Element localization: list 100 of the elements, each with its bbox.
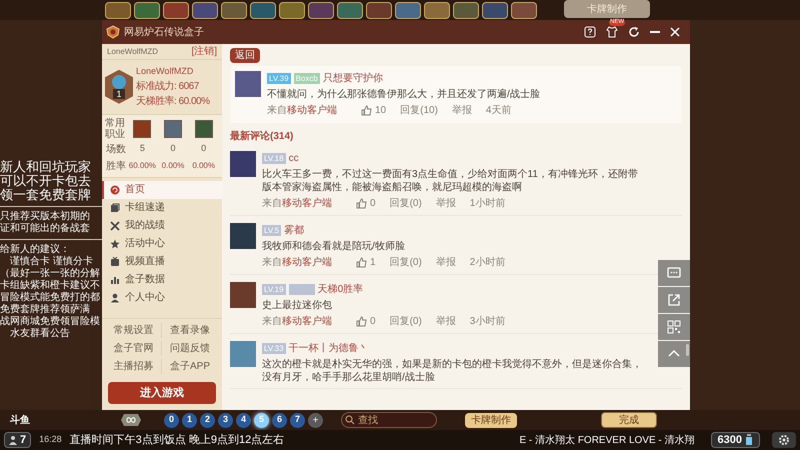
class-portrait-tile[interactable] — [308, 2, 334, 18]
level-badge: LV.33 — [262, 343, 286, 354]
stat-label: 胜率 — [105, 160, 127, 174]
help-icon — [584, 26, 596, 38]
settings-link[interactable]: 盒子官网 — [106, 340, 162, 356]
class-portrait-tile[interactable] — [105, 2, 131, 18]
infinity-icon — [120, 413, 142, 427]
nav-item[interactable]: 卡组速递 — [102, 198, 222, 216]
window-title: 网易炉石传说盒子 — [124, 26, 204, 40]
settings-button[interactable] — [772, 432, 796, 448]
mana-filter[interactable]: 7 — [290, 412, 305, 428]
swirl-icon — [110, 184, 120, 194]
thumbs-up-icon — [356, 316, 367, 327]
mana-filter[interactable]: 6 — [272, 412, 287, 428]
avatar-placeholder — [230, 282, 256, 308]
class-portrait-tile[interactable] — [192, 2, 218, 18]
minimize-icon — [650, 31, 660, 33]
mana-filter[interactable]: 0 — [164, 412, 179, 428]
qr-code-icon — [666, 319, 682, 335]
class-portrait-tile[interactable] — [511, 2, 537, 18]
logout-link[interactable]: [注销] — [191, 44, 217, 59]
overlay-note: 谨慎合卡 谨慎分卡 — [9, 256, 94, 268]
qr-code-button[interactable] — [658, 314, 690, 340]
refresh-icon — [628, 26, 640, 38]
settings-link[interactable]: 问题反馈 — [162, 340, 218, 356]
mana-filter[interactable]: 2 — [200, 412, 215, 428]
avatar-placeholder — [230, 151, 256, 177]
stream-notice: 直播时间下午3点到饭点 晚上9点到12点左右 — [70, 432, 284, 448]
settings-link[interactable]: 主播招募 — [106, 358, 162, 374]
clock-time: 16:28 — [39, 433, 62, 446]
overlay-note: 可以不开卡包去 — [0, 174, 92, 188]
source-text: 来自移动客户端 — [262, 196, 332, 211]
account-name: LoneWolfMZD — [107, 46, 158, 58]
report-link[interactable]: 举报 — [436, 196, 456, 211]
settings-link[interactable]: 常规设置 — [106, 322, 162, 338]
class-portrait-tile[interactable] — [163, 2, 189, 18]
mana-filter[interactable]: 1 — [182, 412, 197, 428]
avatar-placeholder — [235, 71, 261, 97]
reply-link[interactable]: 回复(0) — [390, 314, 422, 329]
star-icon — [110, 238, 120, 248]
nav-item[interactable]: 盒子数据 — [102, 270, 222, 288]
like-button[interactable]: 10 — [361, 103, 386, 118]
user-name: 雾都 — [284, 224, 304, 238]
search-icon — [345, 415, 355, 425]
class-portrait-tile[interactable] — [453, 2, 479, 18]
post-time: 4天前 — [486, 104, 512, 118]
dust-vial-icon — [745, 434, 753, 446]
overlay-note: 战网商城免费领冒险模 — [0, 316, 101, 328]
class-portrait-tile[interactable] — [395, 2, 421, 18]
comment-button[interactable] — [658, 260, 690, 286]
reply-link[interactable]: 回复(0) — [390, 196, 422, 211]
now-playing-text: E - 清水翔太 FOREVER LOVE - 清水翔 — [519, 434, 695, 448]
report-link[interactable]: 举报 — [436, 255, 456, 270]
nav-item[interactable]: 我的战绩 — [102, 216, 222, 234]
person-icon — [110, 292, 120, 302]
class-portrait-tile[interactable] — [337, 2, 363, 18]
class-portrait-tile[interactable] — [366, 2, 392, 18]
done-button[interactable]: 完成 — [601, 412, 657, 428]
search-field[interactable]: 查找 — [341, 412, 437, 428]
bar-chart-icon — [110, 274, 120, 284]
cards-icon — [110, 202, 120, 212]
overlay-note: 给新人的建议： — [0, 244, 71, 256]
tag-badge: Boxcb — [294, 73, 320, 84]
settings-link[interactable]: 盒子APP — [162, 358, 218, 374]
thumbs-up-icon — [356, 257, 367, 268]
class-portrait-tile[interactable] — [221, 2, 247, 18]
crossed-swords-icon — [110, 220, 120, 230]
class-portrait-tile[interactable] — [424, 2, 450, 18]
power-rating: 标准战力: 6067 — [136, 80, 200, 94]
class-portrait-tile[interactable] — [250, 2, 276, 18]
nav-item[interactable]: 首页 — [102, 180, 222, 198]
report-link[interactable]: 举报 — [436, 314, 456, 329]
overlay-note: 新人和回坑玩家 — [0, 160, 92, 174]
play-button[interactable]: 进入游戏 — [108, 382, 216, 404]
overlay-note: 领一套免费套牌 — [0, 188, 92, 202]
class-portrait-tile[interactable] — [279, 2, 305, 18]
mana-filter[interactable]: 3 — [218, 412, 233, 428]
shirt-icon — [606, 26, 618, 38]
reply-link[interactable]: 回复(10) — [400, 103, 438, 118]
like-button[interactable]: 0 — [356, 196, 376, 211]
more-filter-button[interactable]: + — [308, 412, 323, 428]
dust-counter: 6300 — [710, 432, 760, 448]
settings-link[interactable]: 查看录像 — [162, 322, 218, 338]
player-name: LoneWolfMZD — [136, 65, 194, 78]
nav-item[interactable]: 个人中心 — [102, 288, 222, 306]
level-badge: LV.18 — [262, 153, 286, 164]
craft-button[interactable]: 卡牌制作 — [465, 412, 517, 428]
share-button[interactable] — [658, 287, 690, 313]
nav-item[interactable]: 活动中心 — [102, 234, 222, 252]
class-portrait-tile[interactable] — [482, 2, 508, 18]
scrollbar-thumb[interactable] — [686, 344, 689, 356]
user-name: cc — [288, 152, 299, 166]
like-button[interactable]: 1 — [356, 255, 376, 270]
mana-filter[interactable]: 4 — [236, 412, 251, 428]
back-button[interactable]: 返回 — [230, 48, 260, 63]
reply-link[interactable]: 回复(0) — [390, 255, 422, 270]
class-portrait-tile[interactable] — [134, 2, 160, 18]
report-link[interactable]: 举报 — [452, 103, 472, 118]
like-button[interactable]: 0 — [356, 314, 376, 329]
nav-item[interactable]: 视频直播 — [102, 252, 222, 270]
